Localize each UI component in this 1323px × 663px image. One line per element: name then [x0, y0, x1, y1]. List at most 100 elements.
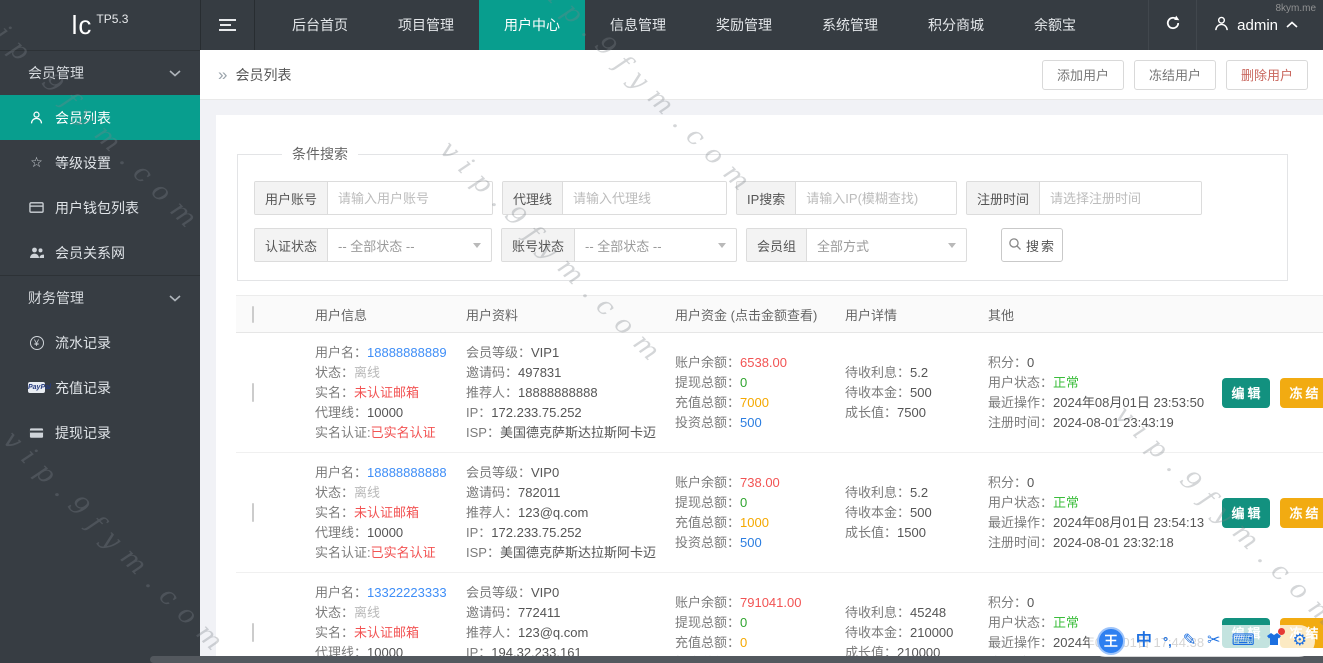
- freeze-button[interactable]: 冻结: [1280, 497, 1323, 528]
- sidebar-item-transaction-log[interactable]: ¥ 流水记录: [0, 320, 200, 365]
- sidebar-group-finance[interactable]: 财务管理: [0, 275, 200, 320]
- nav-item-yuebao[interactable]: 余额宝: [1009, 0, 1101, 50]
- invest-total-value[interactable]: 500: [740, 415, 762, 430]
- sidebar-item-recharge-log[interactable]: PayPal 充值记录: [0, 365, 200, 410]
- horizontal-scrollbar-thumb[interactable]: [150, 656, 1323, 663]
- ime-pen-icon[interactable]: ✎: [1183, 633, 1196, 649]
- nav-item-rewards[interactable]: 奖励管理: [691, 0, 797, 50]
- sidebar-item-member-network[interactable]: 会员关系网: [0, 230, 200, 275]
- sidebar-item-label: 流水记录: [55, 334, 111, 351]
- username-input[interactable]: [328, 182, 492, 214]
- search-button[interactable]: 搜索: [1001, 228, 1063, 262]
- field-label: 邀请码：: [466, 604, 519, 620]
- account-status-select-group: 账号状态 -- 全部状态 --: [501, 228, 737, 262]
- invest-total-value[interactable]: 500: [740, 535, 762, 550]
- ime-punctuation-icon[interactable]: °,: [1163, 635, 1172, 648]
- level-value: VIP1: [531, 344, 560, 360]
- online-status-value: 离线: [354, 484, 381, 500]
- username-value[interactable]: 13322223333: [367, 585, 447, 600]
- username-value[interactable]: 18888888888: [367, 465, 447, 480]
- pending-interest-value: 5.2: [910, 364, 929, 380]
- online-status-value: 离线: [354, 604, 381, 620]
- admin-menu[interactable]: admin: [1196, 0, 1323, 50]
- agent-line-input[interactable]: [563, 182, 726, 214]
- field-label: 投资总额：: [675, 534, 741, 550]
- add-user-button[interactable]: 添加用户: [1041, 59, 1124, 90]
- row-checkbox[interactable]: [252, 502, 254, 522]
- points-value: 0: [1027, 474, 1035, 490]
- edit-button[interactable]: 编辑: [1222, 497, 1270, 528]
- edit-button[interactable]: 编辑: [1222, 377, 1270, 408]
- nav-item-info[interactable]: 信息管理: [585, 0, 691, 50]
- nav-item-system[interactable]: 系统管理: [797, 0, 903, 50]
- field-label: 充值总额：: [675, 514, 741, 530]
- nav-item-projects[interactable]: 项目管理: [373, 0, 479, 50]
- ime-skin-icon[interactable]: [1266, 628, 1285, 650]
- ime-scissors-icon[interactable]: ✂: [1207, 633, 1220, 649]
- field-label: 最近操作：: [988, 394, 1054, 410]
- nav-item-points-mall[interactable]: 积分商城: [903, 0, 1009, 50]
- ime-keyboard-icon[interactable]: ⌨: [1232, 633, 1255, 649]
- field-label: 待收本金：: [845, 384, 911, 400]
- auth-status-value: -- 全部状态 --: [338, 238, 415, 254]
- recharge-total-value[interactable]: 0: [740, 635, 747, 650]
- recharge-total-value[interactable]: 7000: [740, 395, 769, 410]
- ime-logo-icon[interactable]: 王: [1096, 627, 1125, 655]
- select-all-checkbox[interactable]: [252, 305, 254, 323]
- recharge-total-value[interactable]: 1000: [740, 515, 769, 530]
- field-label: 用户名：: [315, 584, 368, 600]
- nav-item-user-center[interactable]: 用户中心: [479, 0, 585, 50]
- col-header-user-profile: 用户资料: [466, 307, 519, 323]
- refresh-button[interactable]: [1148, 0, 1196, 50]
- delete-user-button[interactable]: 删除用户: [1225, 59, 1308, 90]
- register-time-value: 2024-08-01 23:32:18: [1053, 534, 1174, 550]
- balance-value[interactable]: 6538.00: [740, 355, 787, 370]
- row-checkbox[interactable]: [252, 382, 254, 402]
- account-status-select[interactable]: -- 全部状态 --: [575, 229, 736, 261]
- nav-item-dashboard[interactable]: 后台首页: [267, 0, 373, 50]
- ime-settings-icon[interactable]: ⚙: [1293, 633, 1307, 649]
- field-label: ISP：: [466, 424, 500, 440]
- last-operation-value: 2024年08月01日 23:53:50: [1053, 394, 1205, 410]
- points-value: 0: [1027, 594, 1035, 610]
- growth-value: 7500: [897, 404, 926, 420]
- referrer-value: 18888888888: [518, 384, 598, 400]
- growth-value: 1500: [897, 524, 926, 540]
- main-nav: 后台首页 项目管理 用户中心 信息管理 奖励管理 系统管理 积分商城 余额宝: [267, 0, 1101, 50]
- sidebar-item-withdraw-log[interactable]: 提现记录: [0, 410, 200, 455]
- username-value[interactable]: 18888888889: [367, 345, 447, 360]
- ime-language-icon[interactable]: 中: [1136, 633, 1152, 649]
- ime-toolbar: 王 中 °, ✎ ✂ ⌨ ⚙: [1088, 625, 1315, 657]
- sidebar-item-member-list[interactable]: 会员列表: [0, 95, 200, 140]
- field-label: 用户状态：: [988, 614, 1054, 630]
- col-header-other: 其他: [988, 307, 1015, 323]
- withdraw-total-value[interactable]: 0: [740, 495, 747, 510]
- withdraw-total-value[interactable]: 0: [740, 615, 747, 630]
- sidebar-item-user-wallets[interactable]: 用户钱包列表: [0, 185, 200, 230]
- isp-value: 美国德克萨斯达拉斯阿卡迈: [499, 424, 656, 440]
- withdraw-total-value[interactable]: 0: [740, 375, 747, 390]
- row-checkbox[interactable]: [252, 622, 254, 642]
- sidebar-group-members[interactable]: 会员管理: [0, 50, 200, 95]
- member-group-select[interactable]: 全部方式: [807, 229, 966, 261]
- field-label: 账户余额：: [675, 474, 741, 490]
- auth-status-select[interactable]: -- 全部状态 --: [328, 229, 491, 261]
- search-panel: 条件搜索 用户账号 代理线 IP搜索 注册时间: [237, 144, 1288, 281]
- sidebar-item-level-settings[interactable]: ☆ 等级设置: [0, 140, 200, 185]
- field-label: 待收本金：: [845, 624, 911, 640]
- field-label: 会员等级：: [466, 464, 532, 480]
- pending-principal-value: 210000: [910, 624, 954, 640]
- ip-search-input[interactable]: [796, 182, 956, 214]
- balance-value[interactable]: 791041.00: [740, 595, 801, 610]
- pending-principal-value: 500: [910, 384, 932, 400]
- field-label: 推荐人：: [466, 384, 519, 400]
- freeze-user-button[interactable]: 冻结用户: [1133, 59, 1216, 90]
- menu-toggle-icon[interactable]: [200, 0, 255, 50]
- realname-status-value: 未认证邮箱: [354, 384, 420, 400]
- realname-auth-value: 已实名认证: [370, 544, 436, 560]
- field-label: 待收利息：: [845, 364, 911, 380]
- balance-value[interactable]: 738.00: [740, 475, 780, 490]
- pending-interest-value: 45248: [910, 604, 947, 620]
- register-time-input[interactable]: [1040, 182, 1201, 214]
- freeze-button[interactable]: 冻结: [1280, 377, 1323, 408]
